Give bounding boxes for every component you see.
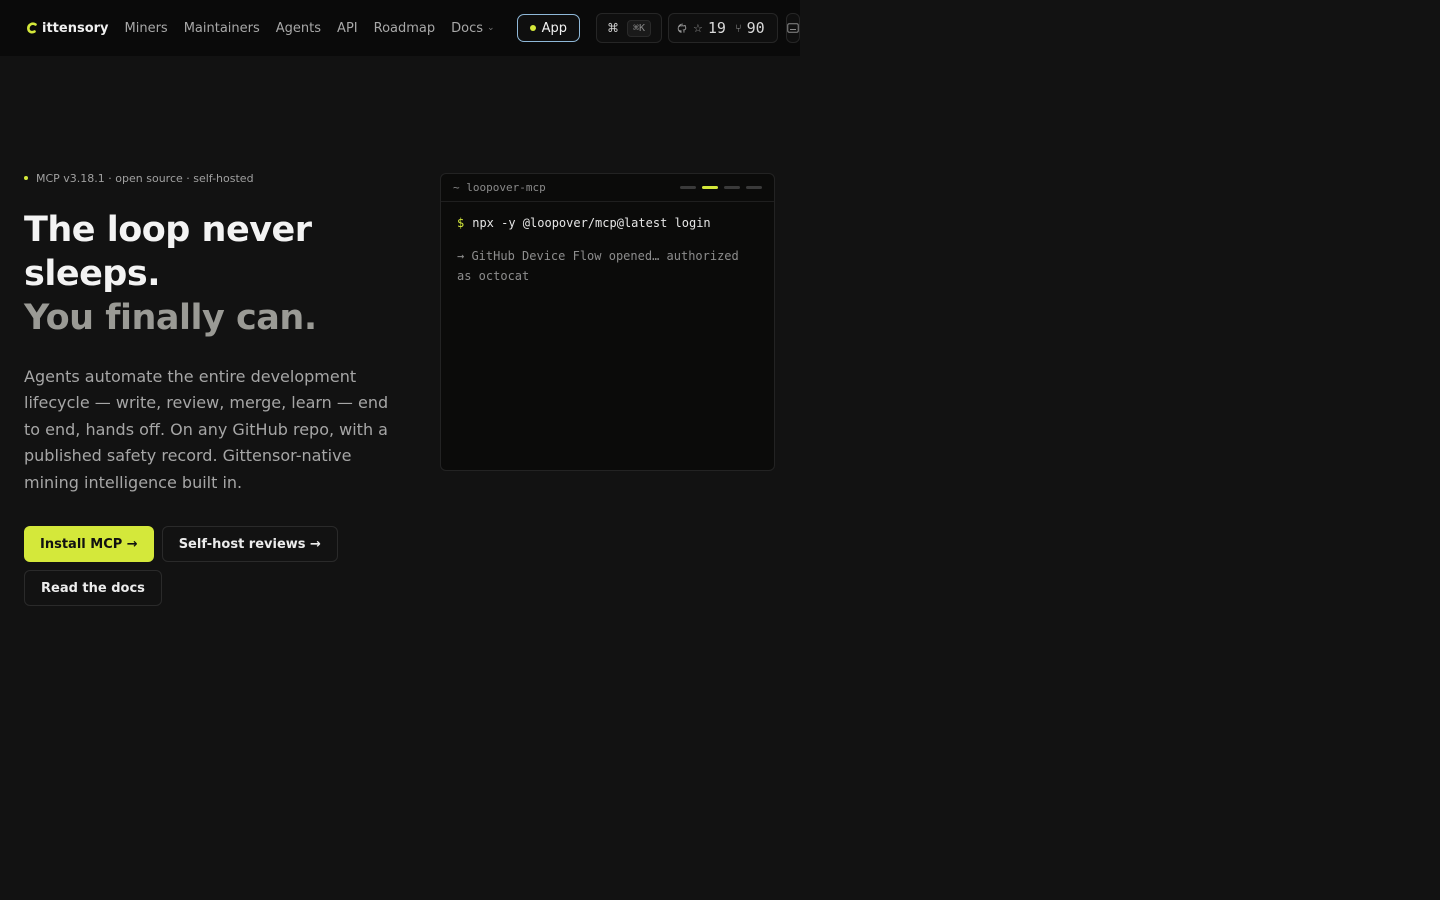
nav-link-agents[interactable]: Agents — [276, 21, 321, 36]
terminal-command-line: $ npx -y @loopover/mcp@latest login — [457, 216, 758, 230]
terminal-output: → GitHub Device Flow opened… authorized … — [457, 249, 739, 283]
cta-buttons: Install MCP → Self-host reviews → Read t… — [24, 526, 344, 607]
brand-mark-icon — [27, 22, 37, 34]
terminal-header: ~ loopover-mcp — [441, 174, 774, 202]
read-docs-button[interactable]: Read the docs — [24, 570, 162, 607]
hero-headline: The loop never sleeps. You finally can. — [24, 208, 404, 340]
nav-link-maintainers[interactable]: Maintainers — [184, 21, 260, 36]
hero-description: Agents automate the entire development l… — [24, 367, 389, 492]
fork-count: 90 — [746, 19, 765, 37]
version-badge-text: MCP v3.18.1 · open source · self-hosted — [36, 171, 254, 185]
nav-link-api[interactable]: API — [337, 21, 358, 36]
hero-section: MCP v3.18.1 · open source · self-hosted … — [24, 168, 404, 607]
app-button[interactable]: App — [516, 14, 580, 42]
terminal-title: ~ loopover-mcp — [453, 181, 546, 194]
nav-docs-dropdown[interactable]: Docs ⌄ — [451, 21, 494, 36]
terminal-window: ~ loopover-mcp $ npx -y @loopover/mcp@lat… — [440, 173, 775, 471]
keyboard-icon — [787, 23, 799, 33]
status-dot-icon — [529, 25, 536, 31]
star-icon: ☆ — [693, 21, 703, 35]
app-button-label: App — [541, 20, 567, 36]
chevron-down-icon: ⌄ — [487, 23, 495, 33]
terminal-step-4[interactable] — [746, 186, 762, 189]
install-mcp-button[interactable]: Install MCP → — [24, 526, 154, 563]
brand-name: ittensory — [42, 20, 109, 36]
command-palette-button[interactable]: ⌘ ⌘K — [595, 13, 663, 43]
terminal-body: $ npx -y @loopover/mcp@latest login → Git… — [441, 202, 774, 300]
brand-logo[interactable]: ittensory — [26, 21, 109, 36]
nav-link-roadmap[interactable]: Roadmap — [374, 21, 436, 36]
command-shortcut-kbd: ⌘K — [626, 19, 652, 37]
terminal-step-1[interactable] — [680, 186, 696, 189]
command-icon: ⌘ — [606, 21, 619, 35]
nav-links: Miners Maintainers Agents API Roadmap Do… — [125, 21, 511, 36]
terminal-command: npx -y @loopover/mcp@latest login — [472, 216, 711, 230]
headline-line-2: You finally can. — [24, 298, 317, 338]
keyboard-toggle-button[interactable] — [785, 13, 800, 43]
fork-icon: ⑂ — [734, 21, 742, 35]
terminal-step-indicator — [680, 186, 762, 189]
terminal-step-2[interactable] — [702, 186, 718, 189]
github-icon — [677, 23, 687, 33]
headline-line-1: The loop never sleeps. — [24, 210, 312, 294]
self-host-reviews-button[interactable]: Self-host reviews → — [161, 526, 338, 563]
nav-link-miners[interactable]: Miners — [125, 21, 168, 36]
nav-docs-label: Docs — [451, 20, 484, 36]
terminal-prompt: $ — [457, 216, 465, 230]
star-count: 19 — [707, 19, 726, 37]
github-stats-link[interactable]: ☆ 19 ⑂ 90 — [668, 13, 778, 43]
top-navigation: ittensory Miners Maintainers Agents API … — [0, 0, 800, 56]
terminal-step-3[interactable] — [724, 186, 740, 189]
badge-dot-icon — [24, 176, 28, 180]
version-badge: MCP v3.18.1 · open source · self-hosted — [24, 168, 404, 188]
